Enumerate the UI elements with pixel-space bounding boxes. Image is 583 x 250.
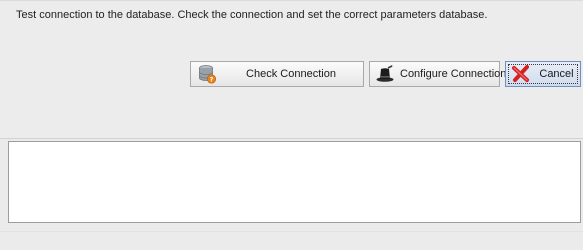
svg-text:?: ? <box>210 75 214 83</box>
check-connection-button[interactable]: ? Check Connection <box>190 61 364 87</box>
top-divider <box>0 0 583 1</box>
instruction-text: Test connection to the database. Check t… <box>16 9 488 21</box>
check-connection-label: Check Connection <box>246 68 336 80</box>
test-connection-window: Test connection to the database. Check t… <box>0 0 583 250</box>
cancel-button[interactable]: Cancel <box>505 61 581 87</box>
magic-hat-icon <box>373 62 397 86</box>
configure-connection-label: Configure Connection <box>400 68 507 80</box>
red-x-icon <box>509 62 533 86</box>
cancel-label: Cancel <box>539 68 574 80</box>
connection-log-textarea[interactable] <box>8 141 581 223</box>
configure-connection-button[interactable]: Configure Connection <box>369 61 506 87</box>
bottom-divider <box>0 231 583 232</box>
message-panel: Test connection to the database. Check t… <box>0 0 583 139</box>
database-check-icon: ? <box>195 62 219 86</box>
